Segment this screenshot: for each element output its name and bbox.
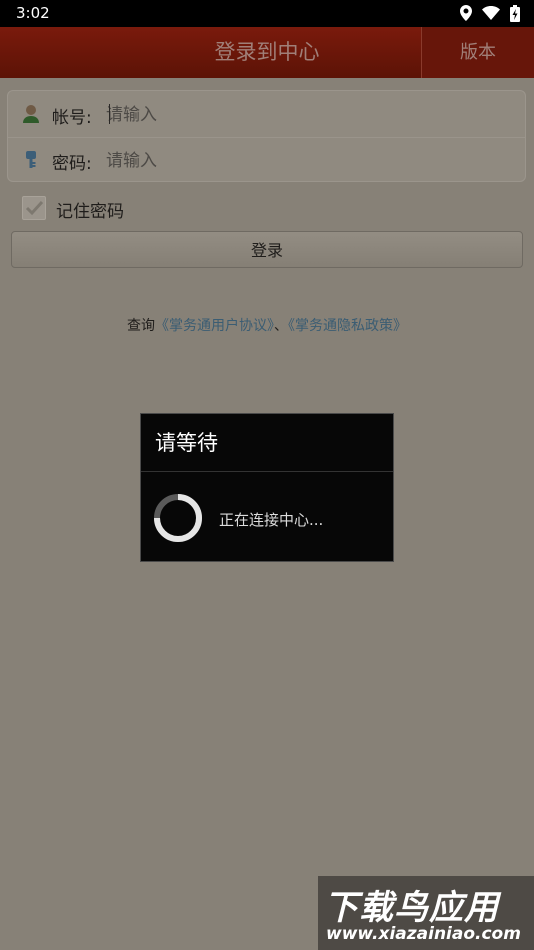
watermark-logo-text: 下载鸟应用 <box>324 888 499 928</box>
agreement-prefix: 查询 <box>127 318 155 334</box>
remember-label: 记住密码 <box>56 202 124 222</box>
status-time: 3:02 <box>16 4 50 22</box>
privacy-policy-link[interactable]: 《掌务通隐私政策》 <box>288 318 407 334</box>
key-icon <box>26 151 36 168</box>
account-row: 帐号: <box>8 91 525 138</box>
agreement-text: 查询《掌务通用户协议》、《掌务通隐私政策》 <box>0 315 534 335</box>
status-bar: 3:02 <box>0 0 534 27</box>
watermark-url: www.xiazainiao.com <box>326 924 521 944</box>
watermark: 下载鸟应用 www.xiazainiao.com <box>318 876 534 950</box>
battery-icon <box>510 4 520 22</box>
status-icons <box>460 4 520 22</box>
login-button[interactable]: 登录 <box>11 231 523 268</box>
user-agreement-link[interactable]: 《掌务通用户协议》 <box>155 318 274 334</box>
account-label: 帐号: <box>52 108 92 128</box>
location-icon <box>460 5 472 21</box>
password-input[interactable] <box>104 147 508 175</box>
loading-spinner-icon <box>154 494 202 542</box>
login-form: 帐号: 密码: <box>7 90 526 182</box>
checkmark-icon <box>25 200 44 216</box>
account-input[interactable] <box>104 101 508 129</box>
version-button[interactable]: 版本 <box>421 27 534 78</box>
password-label: 密码: <box>52 154 92 174</box>
dialog-title: 请等待 <box>141 414 393 472</box>
wifi-icon <box>482 6 500 20</box>
dialog-message: 正在连接中心... <box>219 511 324 529</box>
agreement-separator: 、 <box>274 318 288 334</box>
password-row: 密码: <box>8 137 525 183</box>
user-icon <box>23 105 39 123</box>
progress-dialog: 请等待 正在连接中心... <box>140 413 394 562</box>
remember-checkbox[interactable] <box>22 196 46 220</box>
text-cursor <box>109 104 110 124</box>
title-bar: 登录到中心 版本 <box>0 27 534 78</box>
